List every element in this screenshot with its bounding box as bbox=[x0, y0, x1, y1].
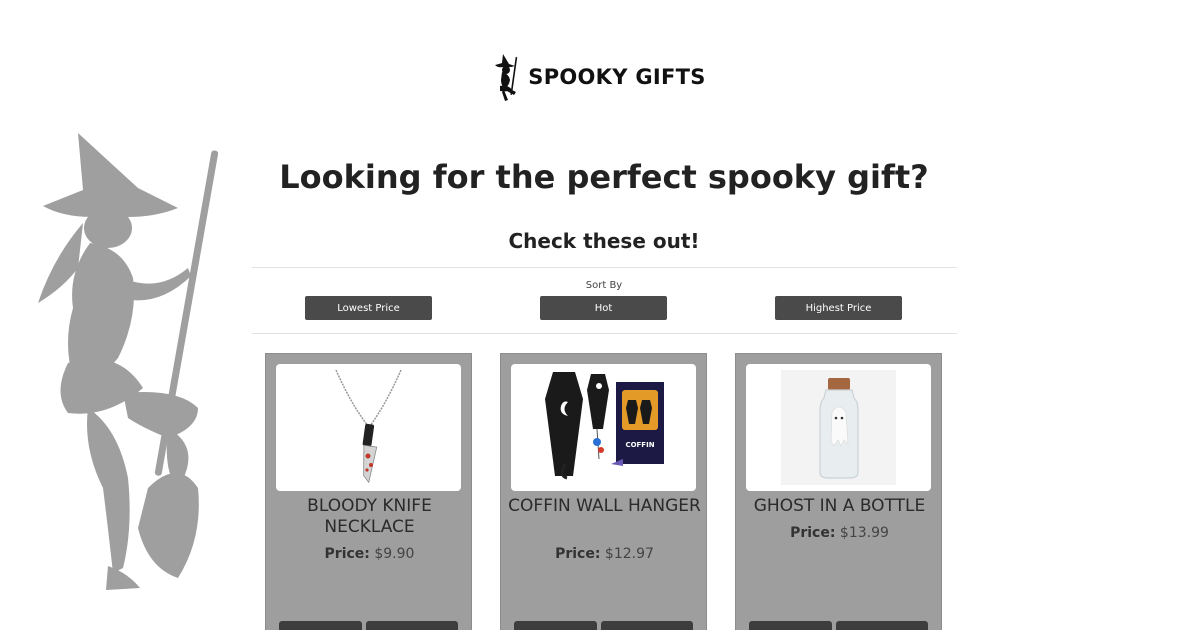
product-image-ghost-bottle[interactable] bbox=[746, 364, 931, 491]
coffin-box-label: COFFIN bbox=[625, 441, 654, 449]
site-header: SPOOKY GIFTS bbox=[0, 50, 1200, 104]
sort-by-label: Sort By bbox=[585, 280, 623, 291]
witch-icon bbox=[495, 54, 518, 101]
product-name[interactable]: BLOODY KNIFE NECKLACE bbox=[272, 496, 467, 538]
sort-lowest-price-button[interactable]: Lowest Price bbox=[305, 296, 432, 320]
witch-silhouette-decoration bbox=[38, 133, 218, 590]
price-value: $9.90 bbox=[374, 546, 415, 562]
price-value: $13.99 bbox=[839, 525, 889, 541]
sort-hot-button[interactable]: Hot bbox=[540, 296, 667, 320]
page-title: Looking for the perfect spooky gift? bbox=[279, 158, 929, 196]
product-card: BLOODY KNIFE NECKLACE Price: $9.90 bbox=[265, 353, 472, 630]
card-action-button-left[interactable] bbox=[749, 621, 832, 630]
price-value: $12.97 bbox=[604, 546, 654, 562]
price-label: Price: bbox=[555, 546, 601, 562]
brand-name: SPOOKY GIFTS bbox=[528, 65, 706, 89]
divider-top bbox=[252, 267, 957, 268]
product-card: GHOST IN A BOTTLE Price: $13.99 bbox=[735, 353, 942, 630]
brand-logo[interactable]: SPOOKY GIFTS bbox=[494, 52, 705, 102]
price-label: Price: bbox=[790, 525, 836, 541]
card-action-button-right[interactable] bbox=[836, 621, 928, 630]
card-action-button-right[interactable] bbox=[601, 621, 693, 630]
page-subtitle: Check these out! bbox=[508, 229, 700, 253]
product-image-knife-necklace[interactable] bbox=[276, 364, 461, 491]
sort-highest-price-button[interactable]: Highest Price bbox=[775, 296, 902, 320]
card-action-button-left[interactable] bbox=[514, 621, 597, 630]
card-action-button-left[interactable] bbox=[279, 621, 362, 630]
product-name[interactable]: COFFIN WALL HANGER bbox=[507, 496, 702, 517]
product-name[interactable]: GHOST IN A BOTTLE bbox=[742, 496, 937, 517]
product-card: COFFIN COFFIN WALL HANGER Price: $12.97 bbox=[500, 353, 707, 630]
product-price: Price: $9.90 bbox=[266, 546, 473, 562]
product-price: Price: $12.97 bbox=[501, 546, 708, 562]
divider-bottom bbox=[252, 333, 957, 334]
product-image-coffin-hanger[interactable]: COFFIN bbox=[511, 364, 696, 491]
card-action-button-right[interactable] bbox=[366, 621, 458, 630]
product-price: Price: $13.99 bbox=[736, 525, 943, 541]
price-label: Price: bbox=[324, 546, 370, 562]
